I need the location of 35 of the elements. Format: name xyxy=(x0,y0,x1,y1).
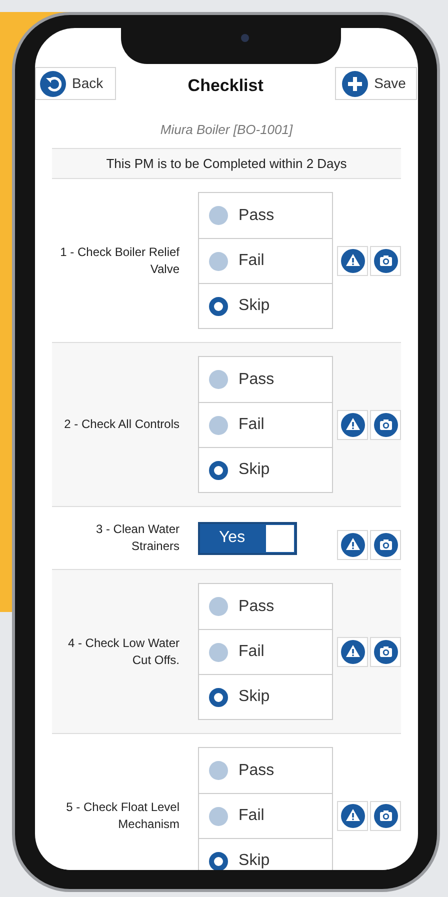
item-label: 1 - Check Boiler Relief Valve xyxy=(59,244,181,278)
radio-option[interactable]: Fail xyxy=(198,402,332,447)
radio-option[interactable]: Pass xyxy=(198,584,332,629)
toggle-switch[interactable]: Yes xyxy=(198,522,297,554)
radio-option[interactable]: Fail xyxy=(198,238,332,283)
option-label: Fail xyxy=(238,251,264,271)
option-label: Skip xyxy=(238,296,270,316)
option-label: Pass xyxy=(238,370,274,390)
radio-option[interactable]: Skip xyxy=(198,674,332,719)
item-label: 4 - Check Low Water Cut Offs. xyxy=(66,634,181,668)
option-label: Fail xyxy=(238,642,264,662)
option-label: Skip xyxy=(238,460,270,480)
option-label: Skip xyxy=(238,687,270,707)
radio-option[interactable]: Pass xyxy=(198,357,332,402)
option-label: Pass xyxy=(238,760,274,780)
radio-option[interactable]: Skip xyxy=(198,283,332,328)
asset-name: Miura Boiler [BO-1001] xyxy=(159,121,294,139)
item-label: 2 - Check All Controls xyxy=(63,416,181,433)
item-label: 5 - Check Float Level Mechanism xyxy=(65,798,181,832)
option-label: Skip xyxy=(238,851,270,870)
radio-option[interactable]: Pass xyxy=(198,193,332,238)
option-label: Fail xyxy=(238,415,264,435)
option-label: Pass xyxy=(238,206,274,226)
radio-option[interactable]: Fail xyxy=(198,629,332,674)
radio-option[interactable]: Fail xyxy=(198,793,332,838)
option-label: Fail xyxy=(238,806,264,826)
notice-banner: This PM is to be Completed within 2 Days xyxy=(52,148,401,179)
back-button[interactable]: Back xyxy=(35,67,116,100)
screen-title: Checklist xyxy=(188,74,264,97)
item-label: 3 - Clean Water Strainers xyxy=(94,521,181,555)
save-button[interactable]: Save xyxy=(335,67,417,100)
option-label: Pass xyxy=(238,596,274,616)
radio-option[interactable]: Pass xyxy=(198,748,332,793)
radio-option[interactable]: Skip xyxy=(198,447,332,492)
radio-option[interactable]: Skip xyxy=(198,838,332,870)
